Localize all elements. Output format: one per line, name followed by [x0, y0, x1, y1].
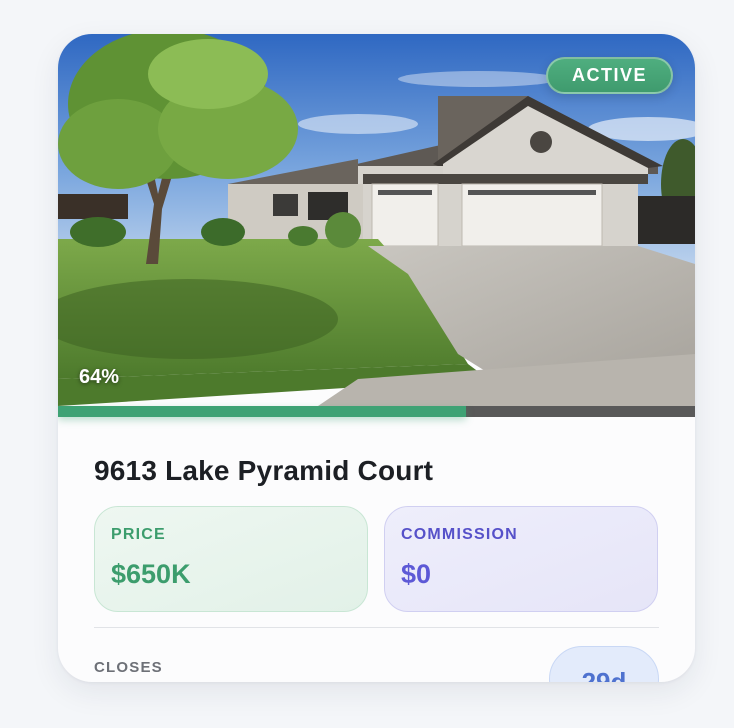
listing-card[interactable]: ACTIVE 64% 9613 Lake Pyramid Court PRICE…: [58, 34, 695, 682]
progress-bar: [58, 406, 695, 417]
divider: [94, 627, 659, 628]
status-badge: ACTIVE: [545, 57, 673, 94]
commission-tile: COMMISSION $0: [384, 506, 658, 612]
days-to-close-badge: 29d: [549, 646, 659, 682]
progress-bar-fill: [58, 406, 466, 417]
price-tile: PRICE $650K: [94, 506, 368, 612]
progress-percent-label: 64%: [79, 366, 120, 388]
commission-value: $0: [401, 559, 432, 589]
closes-label: CLOSES: [94, 659, 163, 676]
price-value: $650K: [111, 559, 191, 589]
commission-label: COMMISSION: [401, 526, 518, 543]
listing-address: 9613 Lake Pyramid Court: [94, 455, 434, 486]
price-label: PRICE: [111, 526, 166, 543]
